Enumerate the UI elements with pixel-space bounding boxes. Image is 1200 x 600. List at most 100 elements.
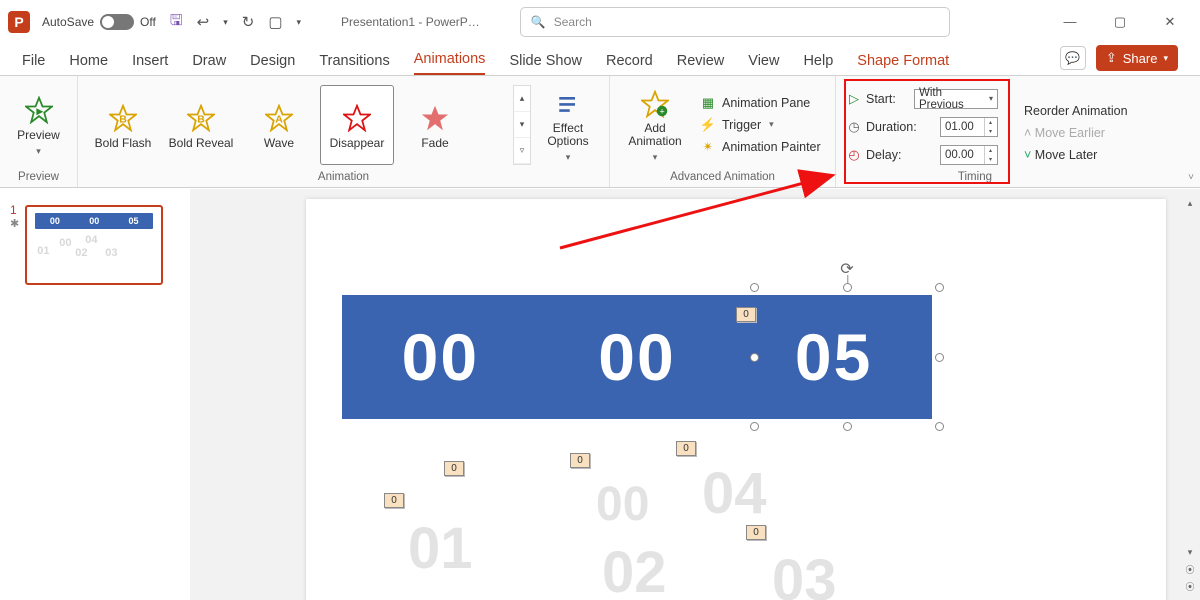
timing-delay-row: ◴ Delay: 00.00 ▴▾ bbox=[846, 145, 998, 165]
effect-bold-reveal[interactable]: B Bold Reveal bbox=[164, 85, 238, 165]
tab-insert[interactable]: Insert bbox=[132, 53, 168, 75]
ghost-number[interactable]: 00 bbox=[596, 477, 649, 532]
close-button[interactable]: ✕ bbox=[1160, 14, 1180, 30]
preview-button[interactable]: Preview ▾ bbox=[8, 85, 69, 165]
resize-handle[interactable] bbox=[935, 283, 944, 292]
resize-handle[interactable] bbox=[750, 283, 759, 292]
qat-more-icon[interactable]: ▾ bbox=[297, 17, 302, 28]
chevron-down-icon: ▾ bbox=[769, 119, 774, 130]
resize-handle[interactable] bbox=[750, 353, 759, 362]
vertical-scrollbar[interactable]: ▴ ▾ ⦿ ⦿ bbox=[1182, 195, 1198, 594]
ribbon-tabs: File Home Insert Draw Design Transitions… bbox=[0, 44, 1200, 76]
ghost-number[interactable]: 02 bbox=[602, 539, 667, 600]
ribbon: Preview ▾ Preview B Bold Flash B Bold Re… bbox=[0, 76, 1200, 188]
add-animation-button[interactable]: + Add Animation ▾ bbox=[618, 85, 692, 165]
tab-draw[interactable]: Draw bbox=[192, 53, 226, 75]
slide-editor[interactable]: 00 00 05 ⟳ 0 00 01 02 03 04 bbox=[190, 189, 1200, 600]
tab-shape-format[interactable]: Shape Format bbox=[857, 53, 949, 75]
tab-file[interactable]: File bbox=[22, 53, 45, 75]
search-placeholder: Search bbox=[554, 15, 592, 29]
prev-slide-icon[interactable]: ⦿ bbox=[1182, 561, 1198, 577]
resize-handle[interactable] bbox=[750, 422, 759, 431]
chevron-down-icon: ▾ bbox=[36, 146, 41, 157]
title-bar: P AutoSave Off 🖫 ↩ ▾ ↻ ▢ ▾ Presentation1… bbox=[0, 0, 1200, 44]
has-animation-icon: ✱ bbox=[10, 217, 19, 230]
animation-pane-button[interactable]: ▦Animation Pane bbox=[700, 95, 821, 111]
slide-canvas[interactable]: 00 00 05 ⟳ 0 00 01 02 03 04 bbox=[306, 199, 1166, 600]
resize-handle[interactable] bbox=[935, 422, 944, 431]
undo-more-icon[interactable]: ▾ bbox=[223, 17, 228, 28]
gallery-more-icon[interactable]: ▿ bbox=[514, 138, 530, 164]
selection-box[interactable]: ⟳ bbox=[754, 287, 940, 427]
gallery-down-icon[interactable]: ▾ bbox=[514, 112, 530, 138]
next-slide-icon[interactable]: ⦿ bbox=[1182, 578, 1198, 594]
minimize-button[interactable]: — bbox=[1060, 14, 1080, 30]
ghost-number[interactable]: 04 bbox=[702, 460, 767, 527]
tab-design[interactable]: Design bbox=[250, 53, 295, 75]
resize-handle[interactable] bbox=[935, 353, 944, 362]
slide-number: 1 bbox=[10, 203, 19, 217]
animation-order-tag[interactable]: 0 bbox=[676, 441, 696, 456]
effect-options-button[interactable]: Effect Options ▾ bbox=[535, 85, 601, 165]
comments-button[interactable]: 💬 bbox=[1060, 46, 1086, 70]
gallery-up-icon[interactable]: ▴ bbox=[514, 86, 530, 112]
search-input[interactable]: 🔍 Search bbox=[520, 7, 950, 37]
effect-fade[interactable]: Fade bbox=[398, 85, 472, 165]
tab-slideshow[interactable]: Slide Show bbox=[509, 53, 582, 75]
tab-home[interactable]: Home bbox=[69, 53, 108, 75]
resize-handle[interactable] bbox=[843, 422, 852, 431]
tab-record[interactable]: Record bbox=[606, 53, 653, 75]
timer-minutes: 00 bbox=[598, 319, 675, 395]
undo-icon[interactable]: ↩ bbox=[197, 13, 210, 31]
group-reorder: Reorder Animation ˄ Move Earlier ˅ Move … bbox=[1008, 76, 1200, 187]
share-button[interactable]: ⇪ Share ▾ bbox=[1096, 45, 1178, 71]
spin-up-icon[interactable]: ▴ bbox=[984, 118, 996, 127]
animation-order-tag[interactable]: 0 bbox=[384, 493, 404, 508]
effect-disappear[interactable]: Disappear bbox=[320, 85, 394, 165]
spin-up-icon[interactable]: ▴ bbox=[984, 146, 996, 155]
spin-down-icon[interactable]: ▾ bbox=[984, 155, 996, 164]
animation-painter-button[interactable]: ✴Animation Painter bbox=[700, 139, 821, 155]
star-preview-icon bbox=[25, 96, 53, 124]
svg-text:B: B bbox=[119, 113, 127, 125]
spin-down-icon[interactable]: ▾ bbox=[984, 127, 996, 136]
delay-input[interactable]: 00.00 ▴▾ bbox=[940, 145, 998, 165]
tab-animations[interactable]: Animations bbox=[414, 51, 486, 75]
autosave-toggle[interactable]: AutoSave Off bbox=[42, 14, 156, 30]
scroll-up-icon[interactable]: ▴ bbox=[1182, 195, 1198, 211]
tab-help[interactable]: Help bbox=[803, 53, 833, 75]
animation-order-tag[interactable]: 0 bbox=[444, 461, 464, 476]
start-dropdown[interactable]: With Previous ▾ bbox=[914, 89, 998, 109]
quick-access-toolbar: 🖫 ↩ ▾ ↻ ▢ ▾ bbox=[170, 10, 301, 35]
group-timing: ▷ Start: With Previous ▾ ◷ Duration: 01.… bbox=[836, 76, 1008, 187]
play-icon: ▷ bbox=[846, 91, 862, 107]
save-icon[interactable]: 🖫 bbox=[170, 10, 183, 35]
slideshow-icon[interactable]: ▢ bbox=[268, 13, 282, 31]
document-title: Presentation1 - PowerP… bbox=[341, 15, 480, 29]
gallery-scroll[interactable]: ▴ ▾ ▿ bbox=[513, 85, 531, 165]
group-label-preview: Preview bbox=[8, 169, 69, 185]
ghost-number[interactable]: 03 bbox=[772, 547, 837, 600]
trigger-button[interactable]: ⚡Trigger▾ bbox=[700, 117, 821, 133]
scroll-down-icon[interactable]: ▾ bbox=[1182, 544, 1198, 560]
collapse-ribbon-icon[interactable]: ˅ bbox=[1188, 172, 1194, 183]
move-later-button[interactable]: ˅ Move Later bbox=[1024, 148, 1128, 162]
effect-wave[interactable]: A Wave bbox=[242, 85, 316, 165]
animation-order-tag[interactable]: 0 bbox=[570, 453, 590, 468]
toggle-track[interactable] bbox=[100, 14, 134, 30]
slide-thumbnail-panel[interactable]: 1 ✱ 00 00 05 01 00 02 04 03 bbox=[0, 189, 190, 600]
duration-input[interactable]: 01.00 ▴▾ bbox=[940, 117, 998, 137]
maximize-button[interactable]: ▢ bbox=[1110, 14, 1130, 30]
slide-thumbnail[interactable]: 00 00 05 01 00 02 04 03 bbox=[25, 205, 163, 285]
resize-handle[interactable] bbox=[843, 283, 852, 292]
group-label-animation: Animation bbox=[86, 169, 601, 185]
tab-review[interactable]: Review bbox=[677, 53, 725, 75]
tab-view[interactable]: View bbox=[748, 53, 779, 75]
effect-bold-flash[interactable]: B Bold Flash bbox=[86, 85, 160, 165]
animation-order-tag[interactable]: 0 bbox=[736, 307, 756, 322]
ghost-number[interactable]: 01 bbox=[408, 515, 473, 582]
rotate-handle-icon[interactable]: ⟳ bbox=[840, 259, 853, 279]
redo-icon[interactable]: ↻ bbox=[242, 13, 255, 31]
tab-transitions[interactable]: Transitions bbox=[319, 53, 389, 75]
animation-order-tag[interactable]: 0 bbox=[746, 525, 766, 540]
